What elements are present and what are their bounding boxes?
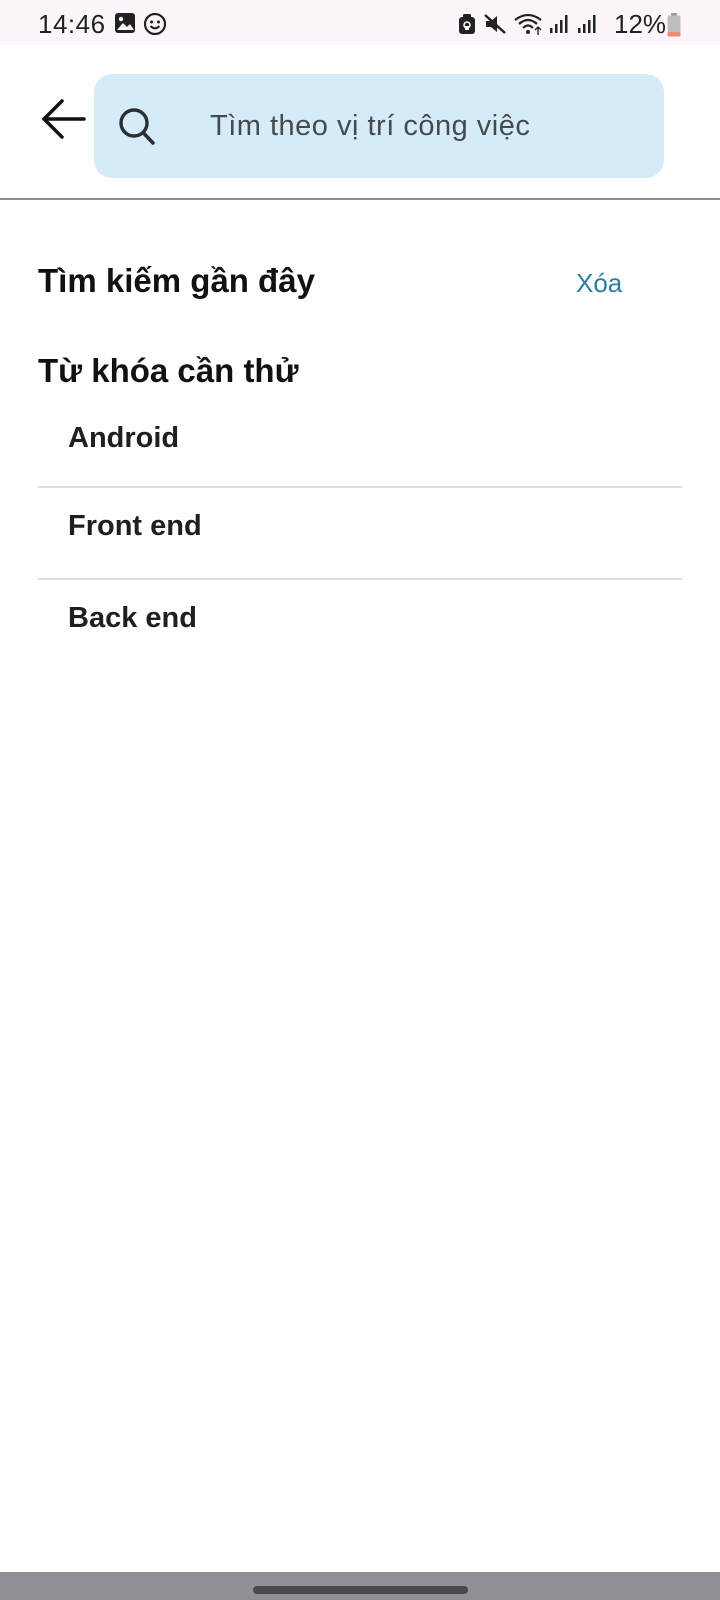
back-button[interactable]	[38, 95, 90, 143]
wifi-icon	[513, 12, 545, 41]
battery-percentage: 12%	[614, 9, 667, 39]
status-time: 14:46	[38, 9, 106, 39]
keyword-item-back-end[interactable]: Back end	[38, 578, 682, 670]
keyword-label: Back end	[68, 602, 197, 634]
home-handle[interactable]	[253, 1586, 468, 1594]
status-bar: 14:46 12%	[0, 0, 720, 45]
search-icon	[118, 107, 156, 147]
app-lock-icon	[458, 13, 476, 40]
mute-icon	[483, 13, 507, 40]
gallery-icon	[114, 12, 136, 39]
keyword-label: Android	[68, 422, 180, 454]
suggested-keywords-title: Từ khóa cần thử	[38, 352, 299, 389]
battery-icon	[667, 13, 681, 42]
keyword-item-android[interactable]: Android	[38, 396, 682, 486]
search-header	[0, 45, 720, 200]
signal-icon	[549, 14, 569, 39]
emoji-face-icon	[143, 12, 167, 41]
search-input[interactable]	[210, 96, 650, 156]
arrow-left-icon	[42, 99, 86, 139]
keyword-label: Front end	[68, 510, 202, 542]
keyword-item-front-end[interactable]: Front end	[38, 486, 682, 578]
recent-searches-title: Tìm kiếm gần đây	[38, 262, 315, 299]
clear-recent-button[interactable]: Xóa	[576, 268, 622, 299]
search-box[interactable]	[94, 74, 664, 178]
navigation-bar	[0, 1572, 720, 1600]
suggested-keyword-list: Android Front end Back end	[38, 396, 682, 670]
signal-icon	[577, 14, 597, 39]
